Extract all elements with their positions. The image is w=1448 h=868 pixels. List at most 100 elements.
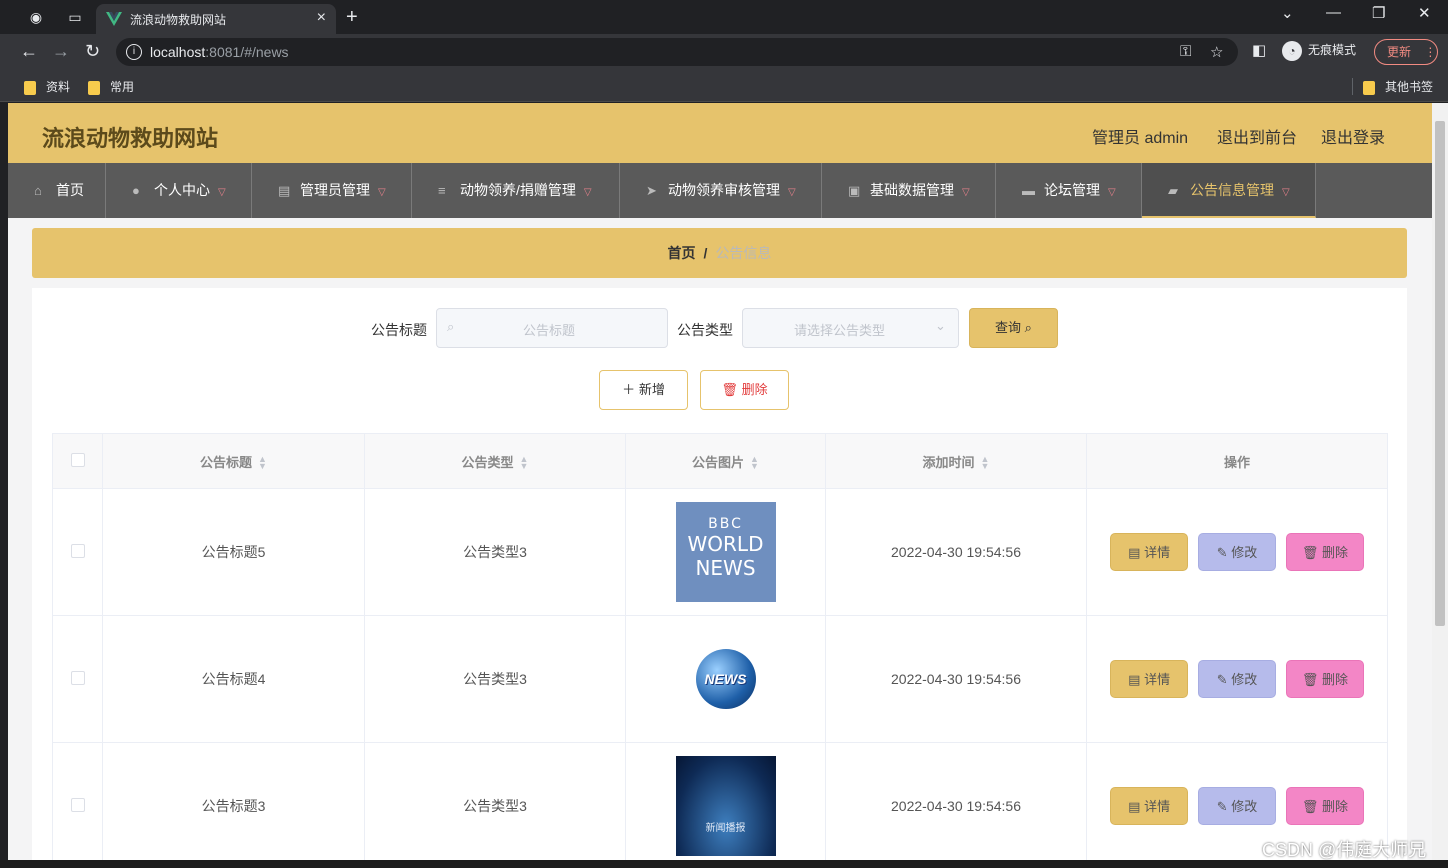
web-page: 流浪动物救助网站 管理员 admin 退出到前台 退出登录 ⌂ 首页 ● 个人中心 ▽… xyxy=(8,103,1432,860)
sort-icon[interactable]: ▲ ▼ xyxy=(258,455,267,471)
tab-dropdown-icon[interactable]: ⌄ xyxy=(1281,4,1294,22)
row-checkbox[interactable] xyxy=(70,543,85,558)
back-icon[interactable]: ← xyxy=(20,41,38,62)
edit-button[interactable]: ✎ 修改 xyxy=(1198,660,1276,698)
chevron-down-icon: ▽ xyxy=(788,187,796,198)
edit-button[interactable]: ✎ 修改 xyxy=(1198,787,1276,825)
row-checkbox[interactable] xyxy=(70,670,85,685)
other-bookmarks[interactable]: 其他书签 xyxy=(1352,78,1433,95)
sort-icon[interactable]: ▲ ▼ xyxy=(750,455,759,471)
sliders-icon: ≡ xyxy=(438,183,446,198)
cell-title: 公告标题4 xyxy=(102,615,365,743)
restore-icon[interactable]: ❐ xyxy=(1372,4,1385,22)
row-checkbox[interactable] xyxy=(70,797,85,812)
chevron-down-icon: ▽ xyxy=(1282,187,1290,198)
column-header-type[interactable]: 公告类型 ▲ ▼ xyxy=(364,433,626,489)
chevron-down-icon: ▽ xyxy=(962,187,970,198)
document-icon: ▤ xyxy=(1128,545,1141,560)
star-icon[interactable]: ☆ xyxy=(1210,43,1223,61)
detail-button[interactable]: ▤ 详情 xyxy=(1110,787,1189,825)
column-header-title[interactable]: 公告标题 ▲ ▼ xyxy=(102,433,365,489)
exit-to-frontend-link[interactable]: 退出到前台 xyxy=(1217,124,1297,148)
tab-search-icon[interactable]: ▭ xyxy=(66,8,84,26)
comment-icon: ▰ xyxy=(1168,183,1178,198)
incognito-indicator[interactable]: ◔ 无痕模式 xyxy=(1282,41,1356,61)
forward-icon[interactable]: → xyxy=(52,41,70,62)
site-info-icon[interactable]: i xyxy=(126,44,142,60)
tab-close-icon[interactable]: × xyxy=(317,9,326,27)
key-icon[interactable]: ⚿ xyxy=(1180,43,1191,60)
folder-icon xyxy=(24,80,36,95)
reload-icon[interactable]: ↻ xyxy=(85,41,100,62)
update-button[interactable]: 更新 ⋮ xyxy=(1374,39,1438,65)
browser-window: ◉ ▭ 流浪动物救助网站 × + ⌄ — ❐ ✕ ← → ↻ i localho… xyxy=(0,0,1448,868)
sort-icon[interactable]: ▲ ▼ xyxy=(981,455,990,471)
column-header-actions: 操作 xyxy=(1086,433,1388,489)
logout-link[interactable]: 退出登录 xyxy=(1321,124,1385,148)
active-tab[interactable]: 流浪动物救助网站 × xyxy=(96,4,336,34)
cell-type: 公告类型3 xyxy=(364,488,626,616)
url-text[interactable]: localhost:8081/#/news xyxy=(150,44,289,60)
site-title: 流浪动物救助网站 xyxy=(42,126,219,151)
folder-icon xyxy=(1363,80,1375,95)
page-scrollbar[interactable] xyxy=(1432,103,1448,860)
edit-button[interactable]: ✎ 修改 xyxy=(1198,533,1276,571)
column-header-image[interactable]: 公告图片 ▲ ▼ xyxy=(625,433,826,489)
add-button[interactable]: ＋ 新增 xyxy=(599,370,688,410)
menu-item-home[interactable]: ⌂ 首页 xyxy=(8,163,106,218)
announcements-table: 公告标题 ▲ ▼ 公告类型 ▲ ▼ 公告图片 ▲ ▼ 添加时间 ▲ ▼ 操作 公告标题5 公告类… xyxy=(52,433,1388,860)
main-menu: ⌂ 首页 ● 个人中心 ▽ ▤ 管理员管理 ▽ ≡ 动物领养/捐赠管理 ▽ ➤ 动物领养审核管理… xyxy=(8,163,1432,218)
chevron-down-icon: ▽ xyxy=(583,187,592,198)
title-search-input[interactable]: ⌕ 公告标题 xyxy=(436,308,668,348)
column-header-time[interactable]: 添加时间 ▲ ▼ xyxy=(825,433,1087,489)
briefcase-icon: ▬ xyxy=(1022,183,1035,198)
taskbar xyxy=(0,860,1448,868)
side-panel-icon[interactable]: ◧ xyxy=(1252,41,1266,59)
bulk-delete-button[interactable]: 🗑 删除 xyxy=(700,370,789,410)
menu-item-forum[interactable]: ▬ 论坛管理 ▽ xyxy=(996,163,1142,218)
pencil-icon: ✎ xyxy=(1216,672,1228,687)
chevron-down-icon: ▽ xyxy=(378,187,386,198)
delete-button[interactable]: 🗑 删除 xyxy=(1285,533,1364,571)
search-icon: ⌕ xyxy=(447,319,455,334)
announcement-image-news-broadcast[interactable]: 新闻播报 xyxy=(675,756,776,856)
query-button[interactable]: 查询 ⌕ xyxy=(969,308,1058,348)
new-tab-icon[interactable]: + xyxy=(346,6,358,29)
breadcrumb-home[interactable]: 首页 xyxy=(668,245,696,261)
menu-item-adoption-donation[interactable]: ≡ 动物领养/捐赠管理 ▽ xyxy=(412,163,620,218)
breadcrumb: 首页 / 公告信息 xyxy=(32,228,1407,278)
delete-button[interactable]: 🗑 删除 xyxy=(1285,660,1364,698)
cell-time: 2022-04-30 19:54:56 xyxy=(825,615,1087,743)
announcement-image-news-globe[interactable]: NEWS xyxy=(695,649,756,709)
address-bar[interactable]: i localhost:8081/#/news ⚿ ☆ xyxy=(116,38,1238,66)
select-all-cell xyxy=(52,433,103,489)
bookmark-folder-data[interactable]: 资料 xyxy=(24,78,70,95)
sort-icon[interactable]: ▲ ▼ xyxy=(520,455,529,471)
delete-button[interactable]: 🗑 删除 xyxy=(1285,787,1364,825)
table-row: 公告标题3 公告类型3 新闻播报 2022-04-30 19:54:56 ▤ 详… xyxy=(52,742,1388,860)
browser-toolbar: ← → ↻ i localhost:8081/#/news ⚿ ☆ ◧ ◔ 无痕模… xyxy=(0,34,1448,70)
send-icon: ➤ xyxy=(646,183,657,198)
user-icon: ● xyxy=(132,183,140,198)
select-all-checkbox[interactable] xyxy=(70,452,85,467)
menu-item-announcements[interactable]: ▰ 公告信息管理 ▽ xyxy=(1142,163,1316,218)
search-icon: ⌕ xyxy=(1024,320,1032,335)
document-icon: ▣ xyxy=(848,183,861,198)
menu-item-personal-center[interactable]: ● 个人中心 ▽ xyxy=(106,163,252,218)
type-select[interactable]: 请选择公告类型 ⌄ xyxy=(742,308,959,348)
detail-button[interactable]: ▤ 详情 xyxy=(1110,533,1189,571)
globe-icon[interactable]: ◉ xyxy=(27,8,45,26)
plus-icon: ＋ xyxy=(622,382,636,397)
announcement-image-bbc-world-news[interactable]: BBC WORLD NEWS xyxy=(675,502,776,602)
menu-item-base-data[interactable]: ▣ 基础数据管理 ▽ xyxy=(822,163,996,218)
menu-item-admin-management[interactable]: ▤ 管理员管理 ▽ xyxy=(252,163,412,218)
detail-button[interactable]: ▤ 详情 xyxy=(1110,660,1189,698)
table-header-row: 公告标题 ▲ ▼ 公告类型 ▲ ▼ 公告图片 ▲ ▼ 添加时间 ▲ ▼ 操作 xyxy=(52,433,1388,489)
bookmark-folder-common[interactable]: 常用 xyxy=(88,78,134,95)
window-close-icon[interactable]: ✕ xyxy=(1418,4,1431,22)
cell-time: 2022-04-30 19:54:56 xyxy=(825,488,1087,616)
trash-icon: 🗑 xyxy=(721,382,738,397)
minimize-icon[interactable]: — xyxy=(1326,4,1341,21)
scrollbar-thumb[interactable] xyxy=(1435,121,1445,626)
menu-item-adoption-review[interactable]: ➤ 动物领养审核管理 ▽ xyxy=(620,163,822,218)
